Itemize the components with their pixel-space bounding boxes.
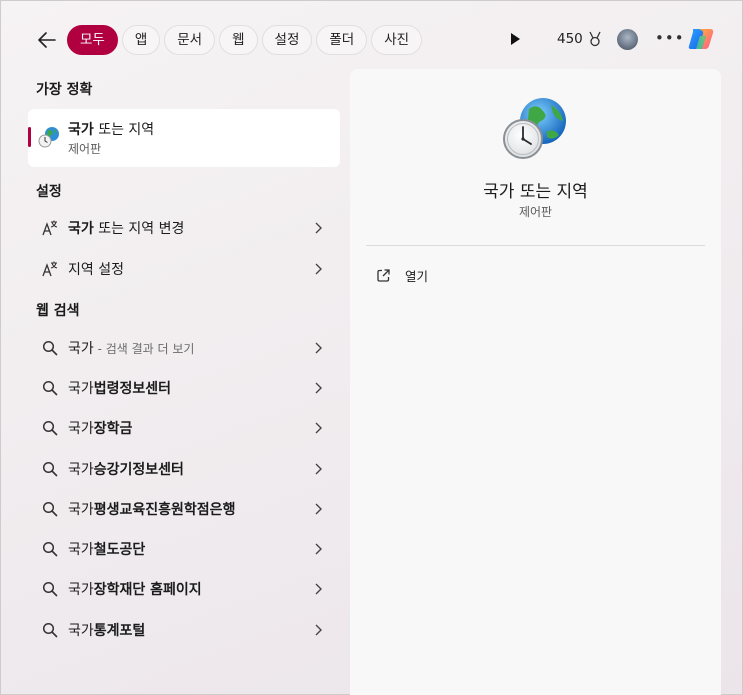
search-icon [41, 500, 59, 518]
copilot-button[interactable] [687, 26, 715, 52]
language-settings-icon [41, 260, 59, 278]
language-settings-icon [41, 219, 59, 237]
search-top-bar: 모두 앱 문서 웹 설정 폴더 사진 450 ••• [1, 1, 743, 71]
web-search-heading: 웹 검색 [36, 303, 80, 319]
chevron-right-icon [315, 543, 322, 555]
chevron-right-icon [315, 422, 322, 434]
divider [366, 245, 705, 246]
user-avatar[interactable] [617, 29, 638, 50]
web-result[interactable]: 국가통계포털 [29, 612, 339, 648]
result-title: 국가 또는 지역 [68, 122, 155, 138]
result-label: 국가철도공단 [68, 542, 146, 558]
result-label: 국가 또는 지역 변경 [68, 221, 185, 237]
settings-heading: 설정 [36, 184, 62, 200]
result-label: 국가장학재단 홈페이지 [68, 582, 202, 598]
chevron-right-icon [315, 503, 322, 515]
web-result[interactable]: 국가평생교육진흥원학점은행 [29, 491, 339, 527]
result-label: 국가장학금 [68, 421, 133, 437]
copilot-icon [688, 29, 714, 49]
points-value: 450 [557, 31, 583, 47]
ellipsis-icon: ••• [655, 29, 685, 47]
best-match-heading: 가장 정확 [36, 82, 93, 98]
play-button[interactable] [506, 30, 524, 48]
chevron-right-icon [315, 382, 322, 394]
search-icon [41, 379, 59, 397]
tab-documents[interactable]: 문서 [164, 25, 216, 55]
result-label: 지역 설정 [68, 262, 124, 278]
search-icon [41, 419, 59, 437]
result-detail-pane: 국가 또는 지역 제어판 열기 [350, 69, 721, 695]
web-result[interactable]: 국가장학재단 홈페이지 [29, 571, 339, 607]
tab-web[interactable]: 웹 [219, 25, 258, 55]
open-external-icon [377, 268, 390, 282]
result-label: 국가 - 검색 결과 더 보기 [68, 341, 195, 357]
search-icon [41, 580, 59, 598]
result-label: 국가법령정보센터 [68, 381, 172, 397]
result-label: 국가승강기정보센터 [68, 462, 184, 478]
chevron-right-icon [315, 263, 322, 275]
web-result[interactable]: 국가장학금 [29, 410, 339, 446]
open-label: 열기 [405, 268, 429, 284]
detail-title: 국가 또는 지역 [483, 182, 588, 202]
globe-clock-icon [501, 97, 569, 161]
settings-result-change-region[interactable]: 국가 또는 지역 변경 [29, 210, 339, 246]
chevron-right-icon [315, 222, 322, 234]
result-label: 국가통계포털 [68, 623, 146, 639]
globe-clock-icon [38, 126, 60, 148]
result-subtitle: 제어판 [68, 142, 102, 156]
filter-tabs: 모두 앱 문서 웹 설정 폴더 사진 [67, 25, 423, 55]
search-icon [41, 339, 59, 357]
search-icon [41, 540, 59, 558]
play-icon [511, 33, 520, 45]
search-icon [41, 460, 59, 478]
more-options-button[interactable]: ••• [655, 29, 685, 47]
medal-icon [589, 31, 601, 47]
chevron-right-icon [315, 342, 322, 354]
chevron-right-icon [315, 624, 322, 636]
tab-settings[interactable]: 설정 [261, 25, 313, 55]
back-button[interactable] [35, 29, 59, 51]
web-result[interactable]: 국가철도공단 [29, 531, 339, 567]
tab-apps[interactable]: 앱 [121, 25, 161, 55]
search-icon [41, 621, 59, 639]
rewards-points[interactable]: 450 [557, 31, 603, 47]
settings-result-region-settings[interactable]: 지역 설정 [29, 251, 339, 287]
detail-subtitle: 제어판 [518, 205, 553, 219]
chevron-right-icon [315, 463, 322, 475]
arrow-left-icon [38, 32, 56, 48]
tab-all[interactable]: 모두 [67, 25, 118, 55]
web-result[interactable]: 국가승강기정보센터 [29, 451, 339, 487]
open-action[interactable]: 열기 [376, 265, 428, 285]
result-label: 국가평생교육진흥원학점은행 [68, 502, 236, 518]
chevron-right-icon [315, 583, 322, 595]
tab-folders[interactable]: 폴더 [316, 25, 368, 55]
web-result[interactable]: 국가법령정보센터 [29, 370, 339, 406]
best-match-result[interactable]: 국가 또는 지역 제어판 [28, 109, 340, 167]
selection-indicator [28, 127, 31, 147]
web-result-see-more[interactable]: 국가 - 검색 결과 더 보기 [29, 330, 339, 366]
tab-photos[interactable]: 사진 [371, 25, 423, 55]
